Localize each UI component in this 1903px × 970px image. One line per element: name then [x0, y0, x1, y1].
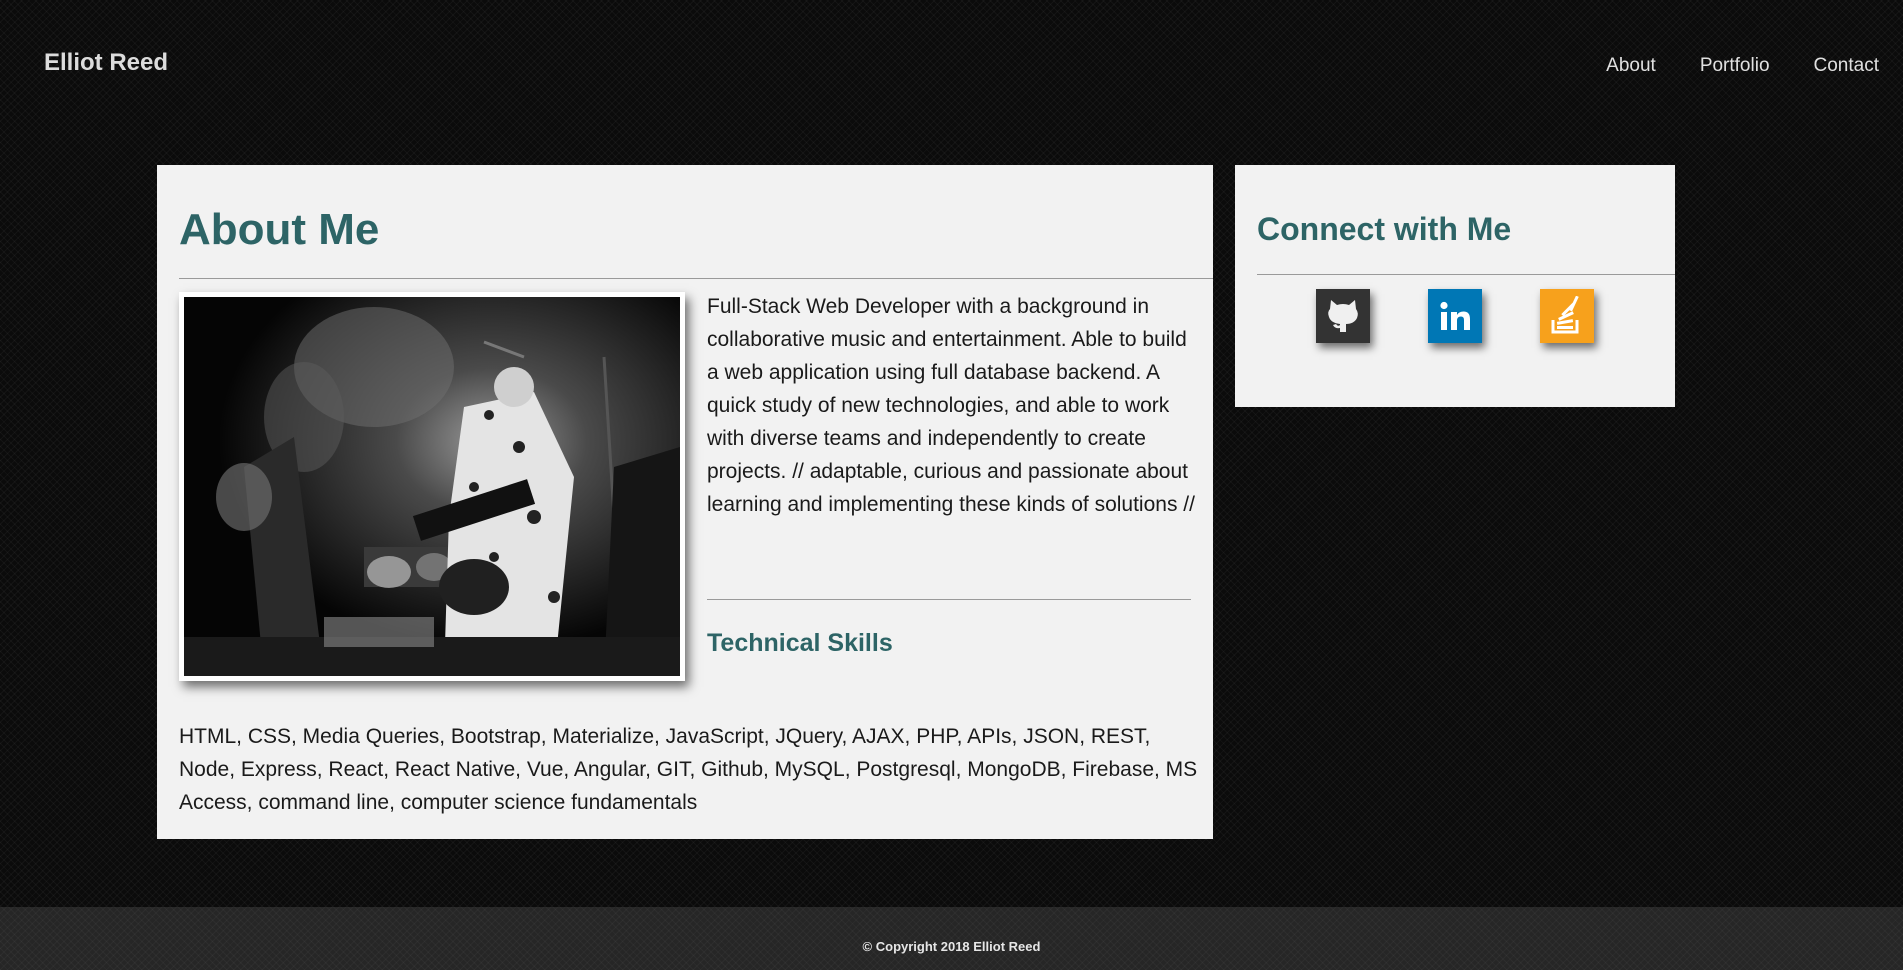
github-icon	[1328, 300, 1358, 332]
connect-divider	[1257, 274, 1675, 275]
nav-about[interactable]: About	[1606, 55, 1656, 77]
footer: © Copyright 2018 Elliot Reed	[0, 907, 1903, 970]
about-divider	[179, 278, 1213, 279]
profile-photo	[179, 292, 685, 681]
github-link[interactable]	[1316, 289, 1370, 343]
connect-title: Connect with Me	[1257, 211, 1512, 247]
about-card: About Me Full-Stack Web Developer with a…	[157, 165, 1213, 839]
connect-card: Connect with Me	[1235, 165, 1675, 407]
skills-title: Technical Skills	[707, 629, 893, 657]
linkedin-link[interactable]	[1428, 289, 1482, 343]
bio-text: Full-Stack Web Developer with a backgrou…	[707, 295, 1195, 516]
nav-contact[interactable]: Contact	[1814, 55, 1879, 77]
skills-text: HTML, CSS, Media Queries, Bootstrap, Mat…	[179, 725, 1198, 814]
nav-portfolio[interactable]: Portfolio	[1700, 55, 1770, 77]
skills-divider	[707, 599, 1191, 600]
site-brand[interactable]: Elliot Reed	[44, 49, 168, 77]
stackoverflow-icon	[1551, 296, 1579, 334]
stackoverflow-link[interactable]	[1540, 289, 1594, 343]
linkedin-icon	[1440, 301, 1470, 330]
main-nav: About Portfolio Contact	[1606, 55, 1879, 77]
concert-photo-image	[184, 297, 680, 676]
copyright-text: © Copyright 2018 Elliot Reed	[862, 939, 1041, 954]
about-title: About Me	[179, 205, 380, 254]
